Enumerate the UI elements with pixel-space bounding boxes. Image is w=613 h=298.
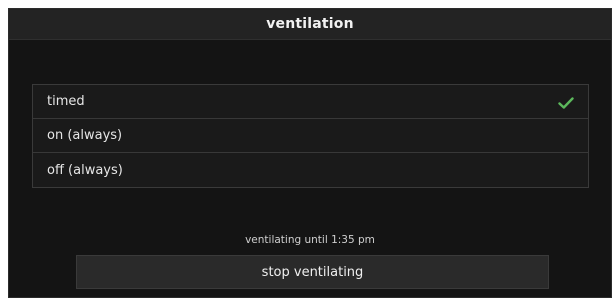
check-icon <box>558 95 574 109</box>
ventilation-status: ventilating until 1:35 pm <box>245 234 375 246</box>
option-off-always[interactable]: off (always) <box>33 153 588 187</box>
option-label: on (always) <box>47 128 123 143</box>
panel-header: ventilation <box>9 9 611 40</box>
mode-options-list: timed on (always) off (always) <box>32 84 589 188</box>
ventilation-panel: ventilation timed on (always) off (alway… <box>8 8 612 298</box>
option-label: timed <box>47 94 85 109</box>
option-on-always[interactable]: on (always) <box>33 119 588 153</box>
option-label: off (always) <box>47 162 123 178</box>
option-timed[interactable]: timed <box>33 85 588 119</box>
stop-ventilating-button[interactable]: stop ventilating <box>76 255 549 289</box>
page-title: ventilation <box>266 16 354 32</box>
